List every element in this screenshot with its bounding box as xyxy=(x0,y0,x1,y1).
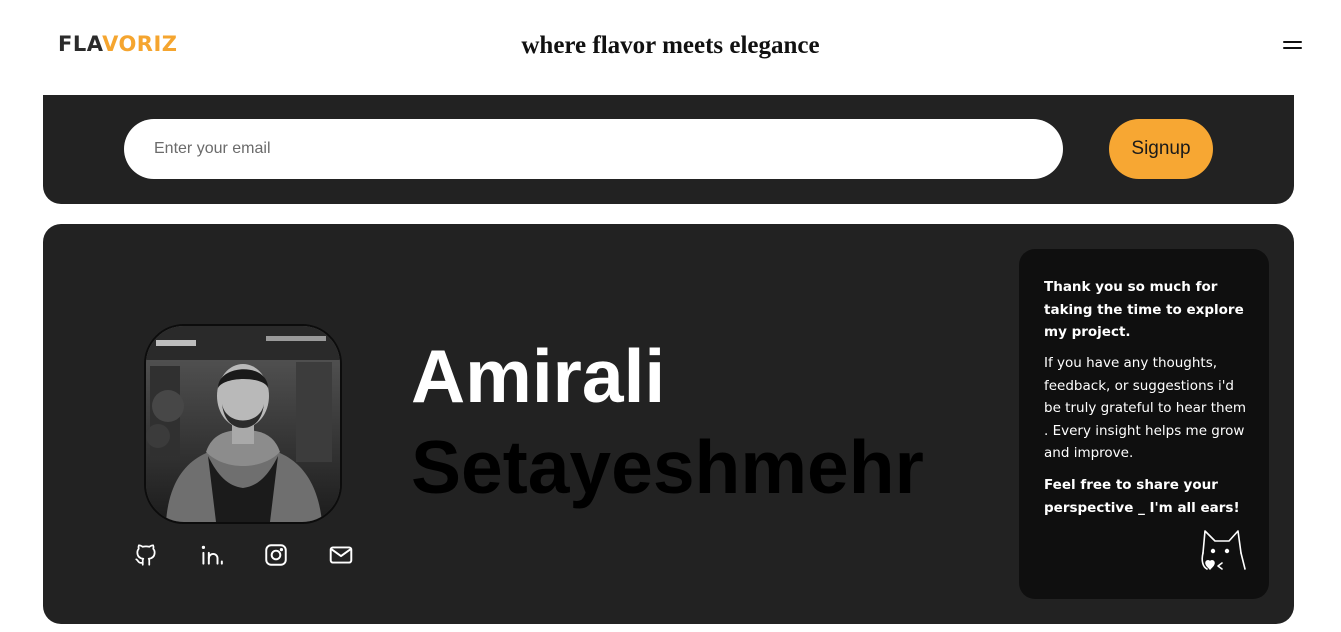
cat-icon xyxy=(1197,527,1247,573)
thank-you-heading: Thank you so much for taking the time to… xyxy=(1044,279,1244,340)
mail-icon[interactable] xyxy=(328,542,354,568)
instagram-icon[interactable] xyxy=(263,542,289,568)
profile-first-name: Amirali xyxy=(411,334,666,418)
profile-last-name: Setayeshmehr xyxy=(411,425,924,509)
thank-you-card: Thank you so much for taking the time to… xyxy=(1019,249,1269,599)
signup-button[interactable]: Signup xyxy=(1109,119,1213,179)
thank-you-body: If you have any thoughts, feedback, or s… xyxy=(1044,355,1247,461)
tagline: where flavor meets elegance xyxy=(521,32,820,59)
social-links xyxy=(133,542,363,570)
github-icon[interactable] xyxy=(133,542,159,568)
profile-photo xyxy=(144,324,342,524)
site-header: FLAVORIZ where flavor meets elegance xyxy=(0,0,1341,95)
linkedin-icon[interactable] xyxy=(198,542,224,568)
thank-you-closing: Feel free to share your perspective _ I'… xyxy=(1044,477,1240,516)
profile-panel: Amirali Setayeshmehr Thank you so much f… xyxy=(43,224,1294,624)
newsletter-signup-panel: Signup xyxy=(43,95,1294,204)
hamburger-menu-icon[interactable] xyxy=(1281,36,1305,54)
email-input[interactable] xyxy=(124,119,1063,179)
